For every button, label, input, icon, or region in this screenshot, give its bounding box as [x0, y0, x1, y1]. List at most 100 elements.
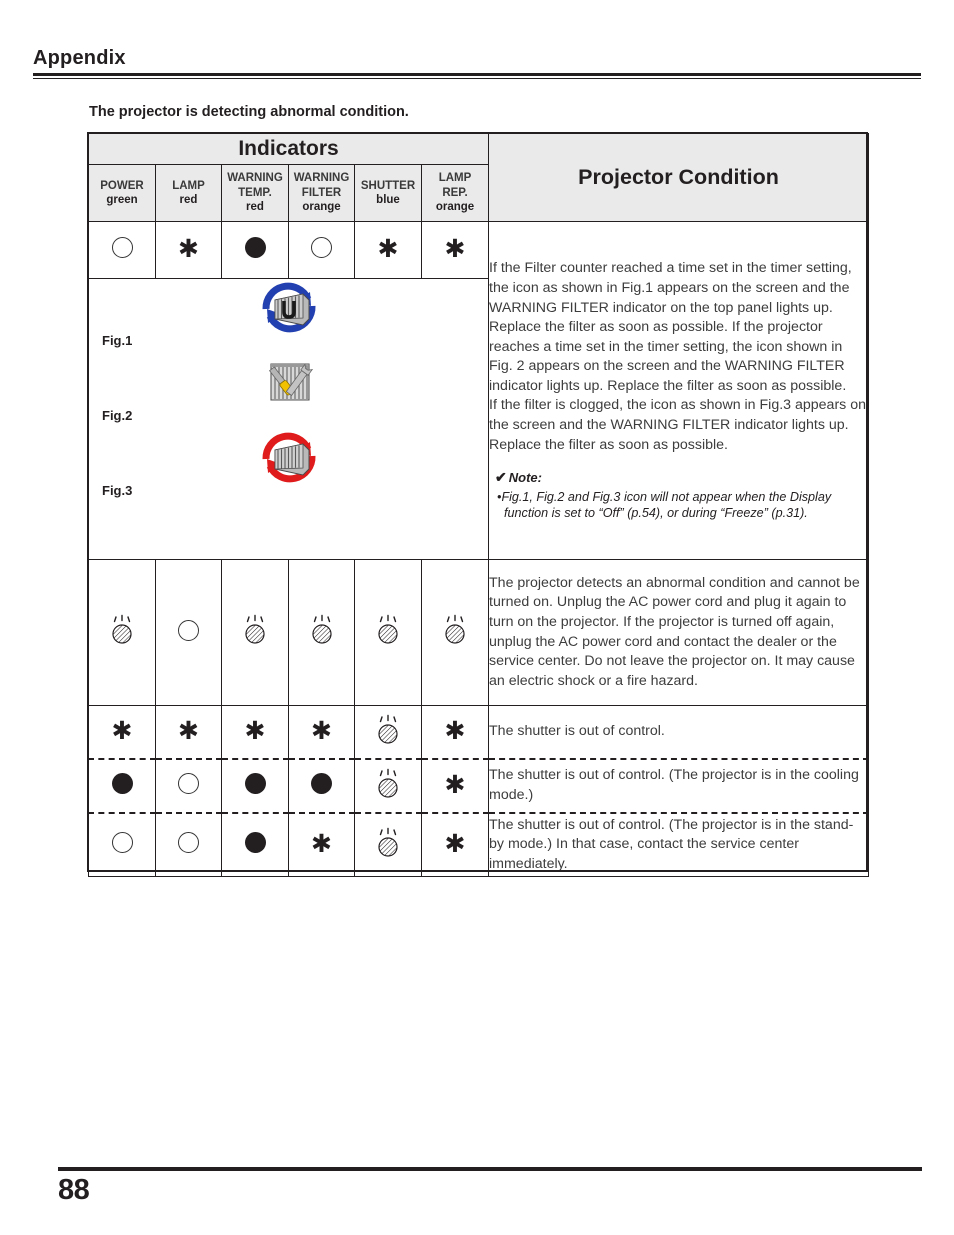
figure-1-label: Fig.1	[102, 333, 133, 348]
footer-rule	[58, 1167, 922, 1171]
column-name: LAMP	[172, 179, 205, 192]
description-paragraph-2: If the filter is clogged, the icon as sh…	[489, 397, 866, 453]
description-cell-shutter-cooling: The shutter is out of control. (The proj…	[488, 758, 870, 814]
indicator-blink-asterisk-icon: ✱	[444, 769, 466, 799]
indicator-cell-lamp-rep	[420, 559, 490, 706]
table-group-header-row: Indicators Projector Condition	[87, 133, 870, 222]
indicator-on-icon	[111, 773, 133, 794]
description-paragraph: The shutter is out of control.	[489, 723, 665, 740]
indicator-off-icon	[178, 832, 199, 853]
column-name: SHUTTER	[360, 179, 416, 192]
indicator-cell-warning-temp	[221, 559, 289, 706]
projector-condition-header: Projector Condition	[488, 133, 870, 222]
note-title-text: Note:	[508, 470, 542, 486]
indicator-blinking-hatched-icon	[311, 614, 332, 644]
projector-condition-table: Indicators Projector Condition POWER gre…	[87, 133, 870, 877]
indicator-cell-lamp-rep: ✱	[420, 758, 490, 814]
column-header-lamp-rep: LAMP REP. orange	[420, 164, 490, 222]
indicator-blink-asterisk-icon: ✱	[178, 715, 199, 745]
note-title: ✔ Note:	[495, 468, 868, 488]
column-name-line1: WARNING	[293, 172, 350, 185]
chapter-title: Appendix	[33, 47, 126, 69]
indicator-cell-warning-temp: ✱	[221, 705, 289, 760]
indicator-on-icon	[311, 773, 332, 794]
description-cell-shutter-standby: The shutter is out of control. (The proj…	[488, 812, 870, 877]
indicator-off-icon	[178, 619, 199, 641]
figure-3-label: Fig.3	[102, 483, 133, 498]
page-header: Appendix	[33, 46, 921, 79]
indicator-on-icon	[244, 832, 266, 853]
indicator-cell-warning-filter	[288, 559, 355, 706]
indicator-cell-shutter	[354, 758, 422, 814]
page-number: 88	[58, 1174, 90, 1206]
indicator-blinking-hatched-icon	[245, 614, 265, 644]
note-block: ✔ Note: •Fig.1, Fig.2 and Fig.3 icon will…	[489, 468, 868, 521]
indicator-cell-power	[88, 221, 156, 279]
indicator-cell-power: ✱	[88, 705, 156, 760]
indicator-off-icon	[111, 237, 133, 258]
indicator-blink-asterisk-icon: ✱	[311, 828, 332, 858]
header-rule-thin	[33, 78, 921, 79]
indicator-off-icon	[178, 773, 199, 794]
column-color: blue	[376, 194, 400, 206]
indicator-off-icon	[311, 237, 332, 258]
indicator-cell-shutter	[354, 812, 422, 877]
description-paragraph: The projector detects an abnormal condit…	[489, 574, 860, 689]
indicator-on-icon	[244, 237, 266, 258]
figure-3: Fig.3	[89, 429, 488, 498]
filter-rotate-red-icon	[89, 429, 488, 485]
figure-2-label: Fig.2	[102, 408, 133, 423]
indicator-cell-warning-temp	[221, 221, 289, 279]
indicator-off-icon	[111, 832, 133, 853]
check-icon: ✔	[495, 469, 507, 486]
description-cell-abnormal-condition: The projector detects an abnormal condit…	[488, 559, 870, 706]
page-footer: 88	[58, 1167, 922, 1207]
column-header-shutter: SHUTTER blue	[354, 164, 422, 222]
indicator-cell-lamp	[155, 559, 222, 706]
description-paragraph: The shutter is out of control. (The proj…	[489, 816, 854, 872]
table-row-abnormal-condition: The projector detects an abnormal condit…	[88, 559, 870, 706]
header-rule-thick	[33, 73, 921, 76]
column-color: red	[246, 201, 264, 214]
indicator-cell-shutter	[354, 705, 422, 760]
column-color: green	[106, 194, 138, 206]
note-text: •Fig.1, Fig.2 and Fig.3 icon will not ap…	[495, 489, 868, 522]
description-paragraph-1: If the Filter counter reached a time set…	[489, 260, 852, 394]
indicator-blinking-hatched-icon	[378, 768, 398, 798]
indicator-cell-warning-temp	[221, 758, 289, 814]
column-name: POWER	[100, 179, 144, 192]
indicator-blink-asterisk-icon: ✱	[444, 828, 466, 858]
indicator-cell-power	[88, 758, 156, 814]
indicator-cell-shutter	[354, 559, 422, 706]
indicator-cell-power	[88, 812, 156, 877]
indicator-blink-asterisk-icon: ✱	[311, 715, 332, 745]
indicator-cell-shutter: ✱	[354, 221, 422, 279]
figure-2: Fig.2	[89, 354, 488, 423]
section-heading: The projector is detecting abnormal cond…	[89, 104, 409, 120]
indicator-cell-lamp-rep: ✱	[420, 221, 490, 279]
column-header-power: POWER green	[88, 164, 156, 222]
indicator-blink-asterisk-icon: ✱	[244, 715, 266, 745]
indicator-blink-asterisk-icon: ✱	[377, 233, 399, 263]
indicator-blinking-hatched-icon	[112, 614, 132, 644]
table-row-shutter-1: ✱ ✱ ✱ ✱ ✱ The shutter is out of control.	[88, 705, 870, 760]
indicator-cell-warning-temp	[221, 812, 289, 877]
column-name-line1: WARNING	[227, 172, 283, 185]
indicator-cell-lamp	[155, 758, 222, 814]
indicator-blink-asterisk-icon: ✱	[178, 233, 199, 263]
indicator-cell-lamp-rep: ✱	[420, 705, 490, 760]
indicator-cell-warning-filter	[288, 221, 355, 279]
indicator-cell-power	[88, 559, 156, 706]
figures-cell: Fig.1 Fig.2 Fig.3	[87, 278, 490, 560]
description-cell-shutter-1: The shutter is out of control.	[488, 705, 870, 760]
indicator-blink-asterisk-icon: ✱	[111, 715, 133, 745]
indicator-blink-asterisk-icon: ✱	[444, 233, 466, 263]
table-row-shutter-standby: ✱ ✱ The shutter is out of control. (The …	[88, 812, 870, 877]
column-header-warning-filter: WARNING FILTER orange	[288, 164, 355, 222]
filter-rotate-blue-icon	[89, 279, 488, 335]
table-row-shutter-cooling: ✱ The shutter is out of control. (The pr…	[88, 758, 870, 814]
indicator-cell-lamp: ✱	[155, 221, 222, 279]
description-cell-filter-warning: If the Filter counter reached a time set…	[488, 221, 870, 560]
indicator-blinking-hatched-icon	[378, 714, 398, 744]
column-header-lamp: LAMP red	[155, 164, 222, 222]
